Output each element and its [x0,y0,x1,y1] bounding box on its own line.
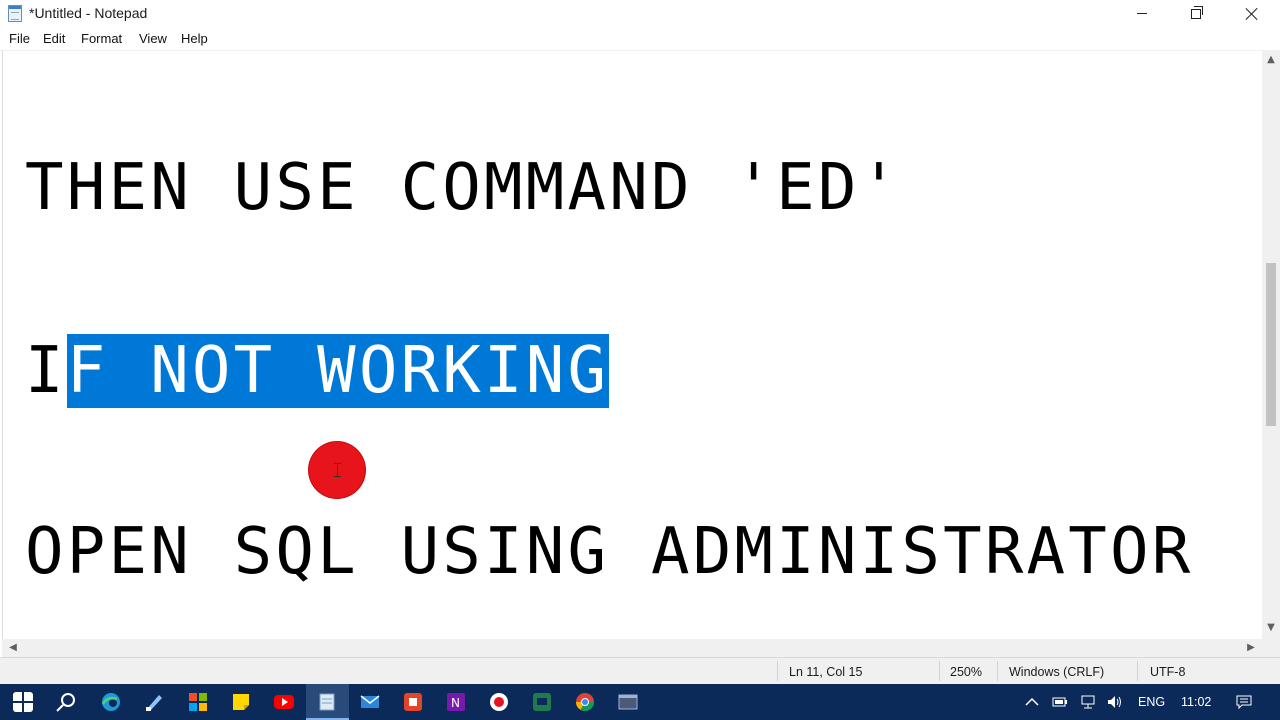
search-icon[interactable] [56,692,76,712]
restore-button[interactable] [1173,0,1219,27]
start-icon[interactable] [13,692,33,712]
editor-line-1: THEN USE COMMAND 'ED' [25,151,902,225]
scroll-down-icon[interactable]: ▼ [1262,622,1280,633]
sticky-notes-icon[interactable] [231,692,251,712]
clock[interactable]: 11:02 [1181,695,1211,709]
close-button[interactable] [1229,0,1275,27]
battery-icon[interactable] [1052,694,1068,710]
menu-file[interactable]: File [9,31,30,46]
record-icon[interactable] [489,692,509,712]
editor-line-2: IF NOT WORKING [25,326,610,416]
powerpoint-icon[interactable] [403,692,423,712]
notepad-app-icon[interactable] [8,5,22,22]
scrollbar-corner [1262,639,1280,657]
terminal-icon[interactable] [618,692,638,712]
volume-icon[interactable] [1107,694,1123,710]
menu-format[interactable]: Format [81,31,122,46]
taskbar: N ENG 11:02 [0,684,1280,720]
youtube-icon[interactable] [274,692,294,712]
network-icon[interactable] [1080,694,1096,710]
files-icon[interactable] [188,692,208,712]
notepad-icon[interactable] [317,692,337,712]
horizontal-scrollbar[interactable]: ◀ ▶ [2,639,1262,657]
status-divider [997,661,998,681]
status-divider [1137,661,1138,681]
language-indicator[interactable]: ENG [1138,695,1165,709]
chevron-up-icon[interactable] [1024,694,1040,710]
minimize-icon [1137,13,1147,14]
chrome-icon[interactable] [575,692,595,712]
editor-line-3: OPEN SQL USING ADMINISTRATOR [25,515,1194,589]
selected-text: F NOT WORKING [66,334,610,408]
paint-icon[interactable] [144,692,164,712]
status-divider [939,661,940,681]
svg-text:N: N [451,696,460,710]
edge-icon[interactable] [101,692,121,712]
menu-edit[interactable]: Edit [43,31,65,46]
ibeam-cursor-icon [334,463,341,477]
status-divider [777,661,778,681]
line-2-unselected-text: I [25,334,67,408]
text-editor[interactable]: THEN USE COMMAND 'ED' IF NOT WORKING OPE… [2,51,1262,639]
menu-view[interactable]: View [139,31,167,46]
minimize-button[interactable] [1119,0,1165,27]
status-bar: Ln 11, Col 15 250% Windows (CRLF) UTF-8 [0,657,1280,684]
notifications-icon[interactable] [1236,694,1252,710]
scroll-left-icon[interactable]: ◀ [4,642,22,653]
onenote-icon[interactable]: N [446,692,466,712]
menu-bar: File Edit Format View Help [0,27,1280,51]
window-title: *Untitled - Notepad [29,5,148,21]
close-icon [1245,7,1259,21]
vertical-scrollbar[interactable]: ▲ ▼ [1262,51,1280,639]
encoding: UTF-8 [1150,665,1186,679]
app-icon[interactable] [532,692,552,712]
scroll-up-icon[interactable]: ▲ [1262,54,1280,65]
cursor-position: Ln 11, Col 15 [789,665,863,679]
zoom-level: 250% [950,665,982,679]
restore-icon [1191,5,1203,19]
title-bar: *Untitled - Notepad [0,0,1280,27]
line-ending: Windows (CRLF) [1009,665,1105,679]
mail-icon[interactable] [360,692,380,712]
vertical-scroll-thumb[interactable] [1266,263,1276,426]
menu-help[interactable]: Help [181,31,208,46]
scroll-right-icon[interactable]: ▶ [1242,642,1260,653]
